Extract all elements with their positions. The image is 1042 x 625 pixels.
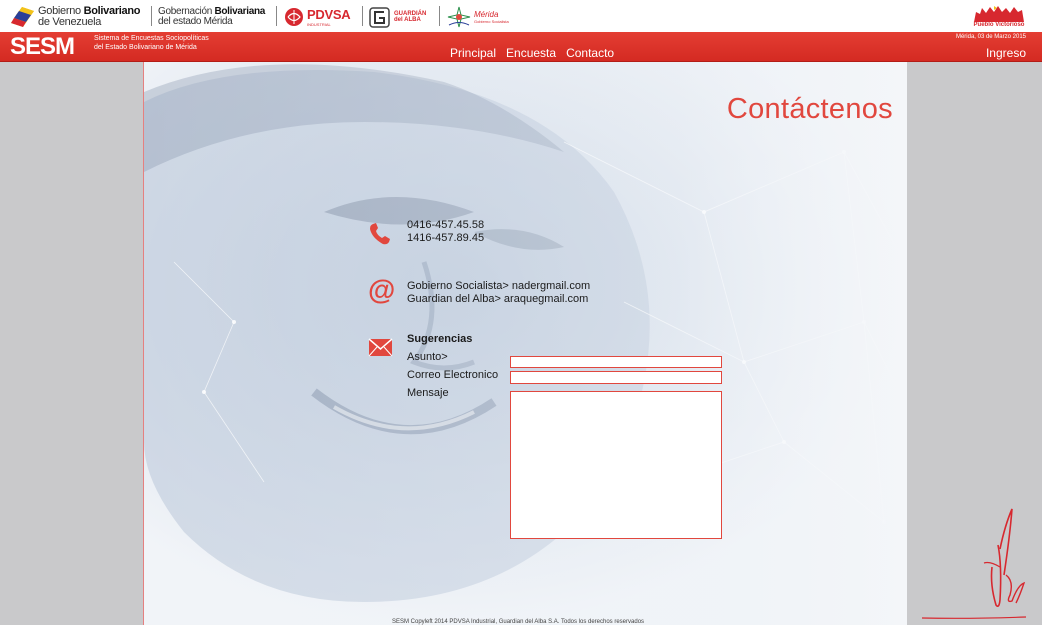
email-address-2: Guardian del Alba> araquegmail.com <box>407 293 589 305</box>
subject-input[interactable] <box>510 356 722 368</box>
current-date: Mérida, 03 de Marzo 2015 <box>955 34 1026 40</box>
pdvsa-subtext: INDUSTRIAL <box>307 22 331 27</box>
logo-separator <box>151 6 152 26</box>
phone-icon <box>370 223 390 245</box>
guardian-alba-icon <box>369 6 390 28</box>
contact-panel: Contáctenos 0416-457.45.58 1416-457.89.4… <box>143 62 907 625</box>
signature-image <box>921 508 1027 619</box>
logo-separator <box>276 6 277 26</box>
venezuela-flag-icon <box>11 7 34 27</box>
envelope-icon <box>368 338 393 357</box>
phone-number-1: 0416-457.45.58 <box>407 219 485 231</box>
face-background-image <box>144 62 907 625</box>
pueblo-victorioso-text: Pueblo Victorioso <box>973 22 1025 28</box>
logo-separator <box>439 6 440 26</box>
merida-star-icon <box>447 6 471 28</box>
logo-strip: Gobierno Bolivariano de Venezuela Gobern… <box>0 0 1042 32</box>
pdvsa-text: PDVSA <box>307 7 351 22</box>
gobernacion-text: Gobernación Bolivariana del estado Mérid… <box>158 6 266 27</box>
merida-logo[interactable]: Mérida Gobierno Socialista <box>446 4 509 30</box>
sesm-logo[interactable]: SESM <box>10 33 75 61</box>
nav-item-encuesta[interactable]: Encuesta <box>506 46 556 60</box>
phone-number-2: 1416-457.89.45 <box>407 232 485 244</box>
page-title: Contáctenos <box>726 93 893 126</box>
merida-text: Mérida <box>474 10 499 19</box>
gobernacion-logo[interactable]: Gobernación Bolivariana del estado Mérid… <box>158 4 265 30</box>
main-nav: Principal Encuesta Contacto <box>450 46 614 60</box>
gobierno-bolivariano-logo[interactable]: Gobierno Bolivariano de Venezuela <box>10 4 141 30</box>
at-sign-icon: @ <box>368 276 394 304</box>
suggestions-heading: Sugerencias <box>407 333 473 345</box>
guardian-alba-logo[interactable]: GUARDIÁN del ALBA <box>369 4 426 30</box>
pueblo-victorioso-logo[interactable]: Pueblo Victorioso <box>972 4 1026 30</box>
merida-subtext: Gobierno Socialista <box>474 19 509 24</box>
email-address-1: Gobierno Socialista> nadergmail.com <box>407 280 591 292</box>
footer-copyright: SESM Copyleft 2014 PDVSA Industrial, Gua… <box>392 619 645 625</box>
pdvsa-logo[interactable]: PDVSA INDUSTRIAL <box>284 4 351 30</box>
email-label: Correo Electronico <box>407 369 499 381</box>
login-link[interactable]: Ingreso <box>986 46 1026 60</box>
sesm-subtitle: Sistema de Encuestas Sociopolíticas del … <box>94 35 209 51</box>
pdvsa-sun-icon <box>285 8 303 26</box>
message-textarea[interactable] <box>510 391 722 539</box>
gobierno-bolivariano-text: Gobierno Bolivariano de Venezuela <box>38 5 141 28</box>
nav-item-contacto[interactable]: Contacto <box>566 46 614 60</box>
message-label: Mensaje <box>407 387 449 399</box>
header-bar: SESM Sistema de Encuestas Sociopolíticas… <box>0 32 1042 62</box>
guardian-alba-text: GUARDIÁN del ALBA <box>394 11 427 23</box>
nav-item-principal[interactable]: Principal <box>450 46 496 60</box>
email-addresses: Gobierno Socialista> nadergmail.com Guar… <box>407 280 590 306</box>
phone-numbers: 0416-457.45.58 1416-457.89.45 <box>407 219 484 245</box>
subject-label: Asunto> <box>407 351 448 363</box>
pueblo-crowd-icon <box>974 6 1024 22</box>
logo-separator <box>362 6 363 26</box>
email-input[interactable] <box>510 371 722 384</box>
svg-text:@: @ <box>368 276 394 304</box>
